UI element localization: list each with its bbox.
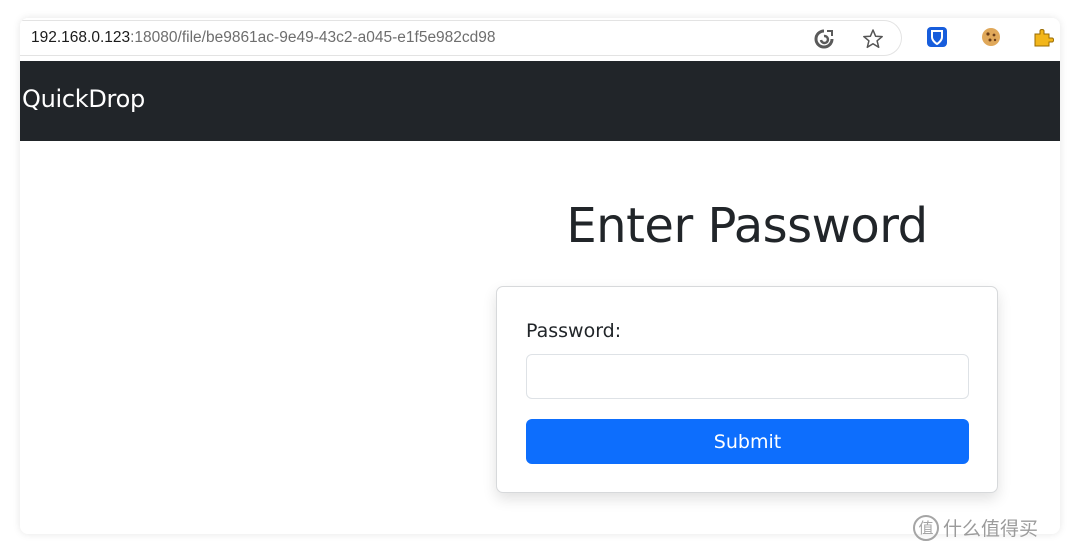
brand-link[interactable]: QuickDrop — [22, 85, 145, 113]
url-host: 192.168.0.123 — [31, 29, 131, 46]
submit-button[interactable]: Submit — [526, 419, 969, 464]
site-watermark: 值 什么值得买 — [913, 514, 1038, 541]
url-path: :18080/file/be9861ac-9e49-43c2-a045-e1f5… — [130, 29, 496, 46]
password-input[interactable] — [526, 354, 969, 399]
favorite-star-icon[interactable] — [862, 28, 884, 50]
navbar: QuickDrop — [20, 61, 1060, 141]
password-label: Password: — [526, 320, 622, 342]
puzzle-extension-icon[interactable] — [1032, 26, 1054, 48]
browser-toolbar: 192.168.0.123:18080/file/be9861ac-9e49-4… — [20, 18, 1060, 59]
watermark-logo-icon: 值 — [913, 514, 939, 541]
url-text[interactable]: 192.168.0.123:18080/file/be9861ac-9e49-4… — [31, 29, 496, 47]
password-form-card: Password: Submit — [496, 286, 998, 493]
cookie-icon[interactable] — [980, 26, 1002, 48]
refresh-icon[interactable] — [813, 28, 835, 50]
browser-window: 192.168.0.123:18080/file/be9861ac-9e49-4… — [20, 18, 1060, 534]
bitwarden-icon[interactable] — [926, 26, 948, 48]
watermark-text: 什么值得买 — [943, 518, 1039, 540]
address-bar[interactable]: 192.168.0.123:18080/file/be9861ac-9e49-4… — [20, 20, 902, 56]
page-title: Enter Password — [566, 198, 928, 254]
